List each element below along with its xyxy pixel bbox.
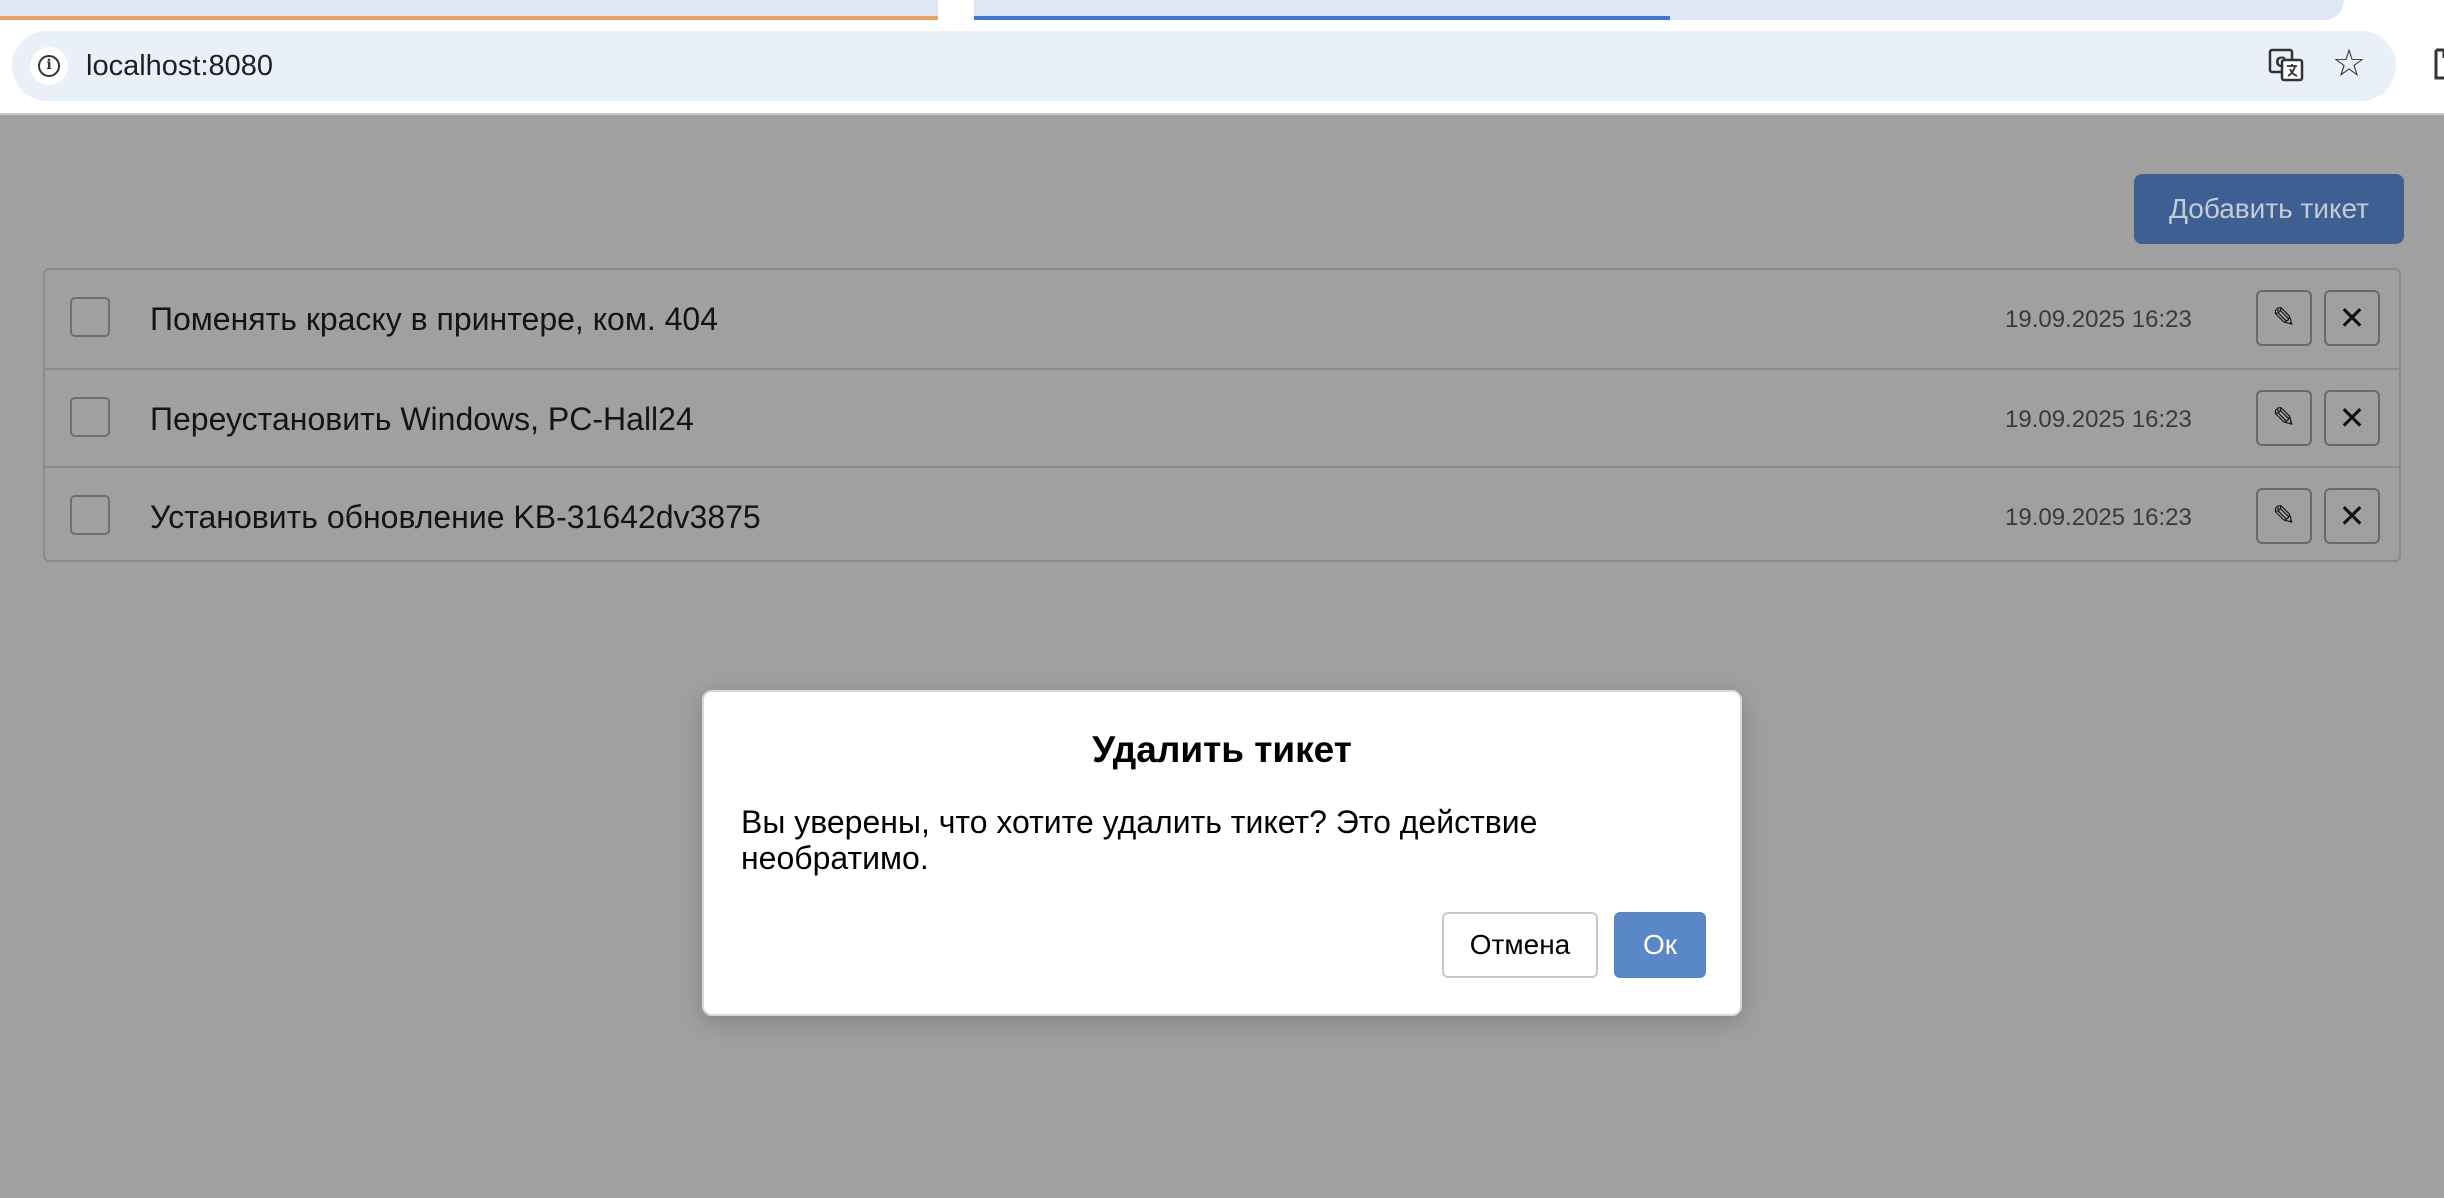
ok-button[interactable]: Ок [1614, 912, 1706, 978]
browser-chrome: i localhost:8080 G ☆ [0, 0, 2444, 115]
ticket-date: 19.09.2025 16:23 [2005, 406, 2192, 433]
delete-confirm-dialog: Удалить тикет Вы уверены, что хотите уда… [702, 690, 1742, 1016]
ticket-list: Поменять краску в принтере, ком. 404 19.… [43, 268, 2401, 562]
ticket-checkbox[interactable] [70, 397, 110, 437]
tab-loading-indicator [0, 16, 938, 20]
ticket-checkbox[interactable] [70, 297, 110, 337]
ticket-row: Переустановить Windows, PC-Hall24 19.09.… [45, 368, 2399, 467]
translate-icon[interactable]: G [2268, 48, 2304, 82]
ticket-row: Поменять краску в принтере, ком. 404 19.… [45, 270, 2399, 367]
pencil-icon: ✎ [2272, 301, 2296, 334]
edit-ticket-button[interactable]: ✎ [2256, 488, 2312, 544]
ticket-title: Установить обновление KB-31642dv3875 [150, 499, 761, 535]
ticket-title: Переустановить Windows, PC-Hall24 [150, 401, 694, 437]
close-icon: ✕ [2338, 399, 2366, 437]
dialog-title: Удалить тикет [1092, 729, 1352, 770]
ticket-row: Установить обновление KB-31642dv3875 19.… [45, 466, 2399, 565]
tab-active-indicator [974, 16, 1670, 20]
ticket-title: Поменять краску в принтере, ком. 404 [150, 301, 719, 337]
edit-ticket-button[interactable]: ✎ [2256, 390, 2312, 446]
delete-ticket-button[interactable]: ✕ [2324, 290, 2380, 346]
delete-ticket-button[interactable]: ✕ [2324, 390, 2380, 446]
pencil-icon: ✎ [2272, 499, 2296, 532]
delete-ticket-button[interactable]: ✕ [2324, 488, 2380, 544]
ticket-date: 19.09.2025 16:23 [2005, 306, 2192, 333]
address-bar[interactable]: i localhost:8080 [12, 31, 2396, 101]
star-icon[interactable]: ☆ [2332, 44, 2366, 84]
dialog-message: Вы уверены, что хотите удалить тикет? Эт… [741, 804, 1538, 876]
info-icon[interactable]: i [30, 47, 68, 85]
cancel-button[interactable]: Отмена [1442, 912, 1598, 978]
tab-strip [0, 0, 2444, 20]
ticket-checkbox[interactable] [70, 495, 110, 535]
close-icon: ✕ [2338, 299, 2366, 337]
add-ticket-button[interactable]: Добавить тикет [2134, 174, 2404, 244]
ticket-date: 19.09.2025 16:23 [2005, 504, 2192, 531]
extensions-icon[interactable] [2432, 46, 2444, 82]
url-text[interactable]: localhost:8080 [86, 49, 273, 83]
close-icon: ✕ [2338, 497, 2366, 535]
edit-ticket-button[interactable]: ✎ [2256, 290, 2312, 346]
pencil-icon: ✎ [2272, 401, 2296, 434]
